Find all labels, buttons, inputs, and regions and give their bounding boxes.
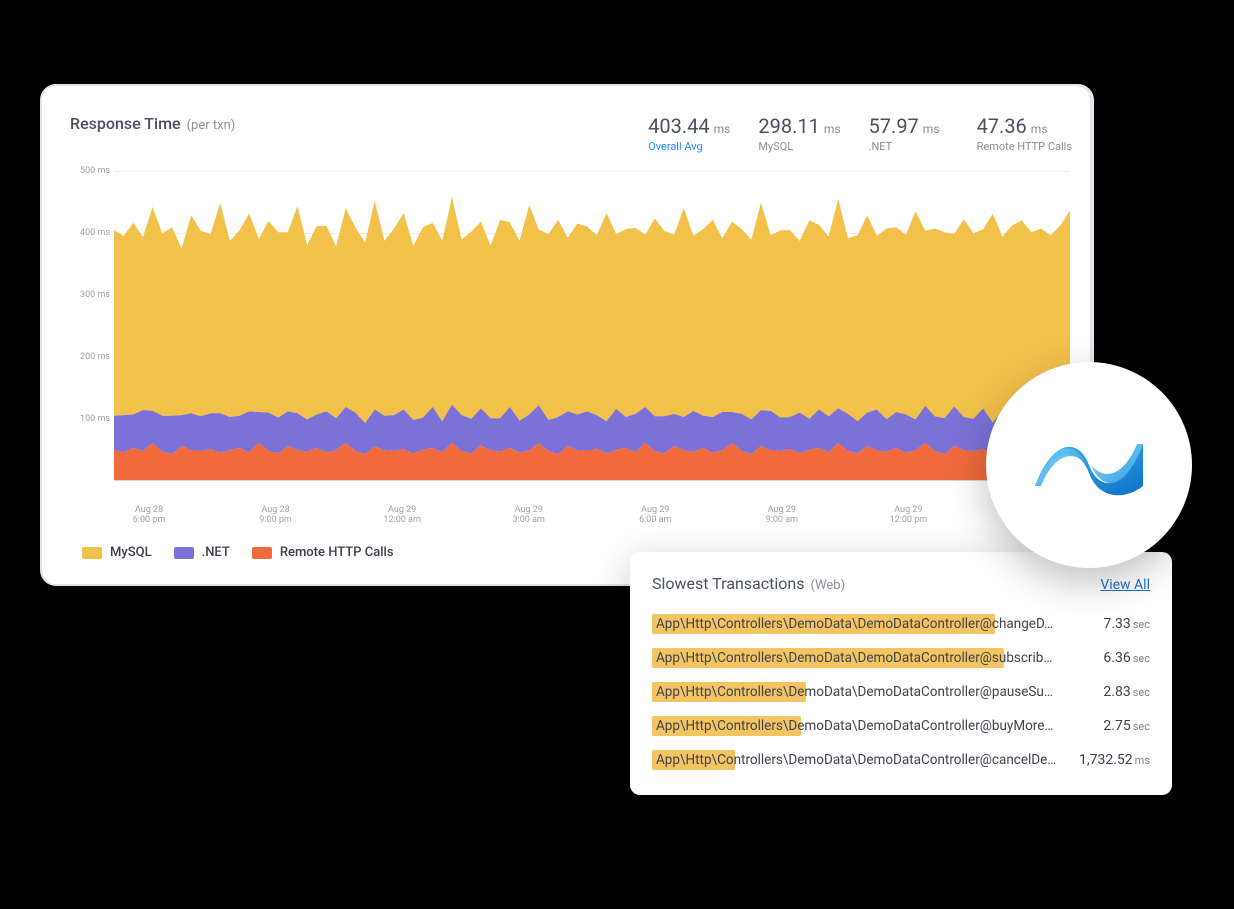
txn-name-wrap: App\Http\Controllers\DemoData\DemoDataCo… bbox=[652, 613, 1091, 635]
y-tick: 200 ms bbox=[80, 352, 110, 362]
plot-area bbox=[114, 171, 1070, 481]
legend-swatch bbox=[82, 547, 102, 559]
x-tick: Aug 286:00 pm bbox=[114, 505, 184, 525]
legend-item[interactable]: Remote HTTP Calls bbox=[252, 545, 394, 560]
txn-header: Slowest Transactions (Web) View All bbox=[652, 574, 1150, 593]
legend-swatch bbox=[252, 547, 272, 559]
stat-unit: ms bbox=[923, 122, 940, 136]
legend-label: .NET bbox=[202, 545, 230, 560]
txn-rows: App\Http\Controllers\DemoData\DemoDataCo… bbox=[652, 607, 1150, 777]
txn-name: App\Http\Controllers\DemoData\DemoDataCo… bbox=[652, 684, 1053, 700]
view-all-link[interactable]: View All bbox=[1100, 577, 1150, 593]
card-title-group: Response Time (per txn) bbox=[70, 114, 235, 133]
stat: 57.97 ms .NET bbox=[869, 114, 949, 153]
dotnet-logo-badge bbox=[986, 362, 1192, 568]
stat-label: Remote HTTP Calls bbox=[977, 140, 1072, 153]
txn-name-wrap: App\Http\Controllers\DemoData\DemoDataCo… bbox=[652, 749, 1067, 771]
card-header: Response Time (per txn) 403.44 ms Overall … bbox=[70, 114, 1072, 153]
y-tick: 400 ms bbox=[80, 228, 110, 238]
y-tick: 500 ms bbox=[80, 166, 110, 176]
txn-time: 2.83sec bbox=[1103, 684, 1150, 700]
txn-row[interactable]: App\Http\Controllers\DemoData\DemoDataCo… bbox=[652, 607, 1150, 641]
txn-row[interactable]: App\Http\Controllers\DemoData\DemoDataCo… bbox=[652, 743, 1150, 777]
legend-item[interactable]: .NET bbox=[174, 545, 230, 560]
stat-value: 57.97 bbox=[869, 114, 919, 138]
txn-row[interactable]: App\Http\Controllers\DemoData\DemoDataCo… bbox=[652, 709, 1150, 743]
txn-name: App\Http\Controllers\DemoData\DemoDataCo… bbox=[652, 650, 1052, 666]
response-time-card: Response Time (per txn) 403.44 ms Overall … bbox=[42, 86, 1090, 584]
legend-item[interactable]: MySQL bbox=[82, 545, 152, 560]
stat-label: MySQL bbox=[758, 140, 840, 153]
legend-swatch bbox=[174, 547, 194, 559]
x-tick: Aug 299:00 am bbox=[747, 505, 817, 525]
txn-name-wrap: App\Http\Controllers\DemoData\DemoDataCo… bbox=[652, 647, 1091, 669]
txn-row[interactable]: App\Http\Controllers\DemoData\DemoDataCo… bbox=[652, 641, 1150, 675]
stat-label: .NET bbox=[869, 140, 949, 153]
legend-label: MySQL bbox=[110, 545, 152, 560]
x-tick: Aug 296:00 am bbox=[620, 505, 690, 525]
txn-time: 6.36sec bbox=[1103, 650, 1150, 666]
series-mysql bbox=[114, 197, 1070, 423]
txn-name: App\Http\Controllers\DemoData\DemoDataCo… bbox=[652, 752, 1056, 768]
txn-name: App\Http\Controllers\DemoData\DemoDataCo… bbox=[652, 718, 1053, 734]
stat-unit: ms bbox=[824, 122, 841, 136]
txn-title: Slowest Transactions bbox=[652, 574, 804, 593]
x-tick: Aug 293:00 am bbox=[494, 505, 564, 525]
card-subtitle: (per txn) bbox=[187, 118, 236, 133]
stat-value: 403.44 bbox=[648, 114, 709, 138]
stats-row: 403.44 ms Overall Avg 298.11 ms MySQL 57.97 ms.… bbox=[648, 114, 1072, 153]
txn-subtitle: (Web) bbox=[810, 578, 845, 593]
y-tick: 300 ms bbox=[80, 290, 110, 300]
chart-area: 500 ms400 ms300 ms200 ms100 ms Aug 286:0… bbox=[70, 171, 1070, 501]
stat-unit: ms bbox=[714, 122, 731, 136]
slowest-transactions-card: Slowest Transactions (Web) View All App\… bbox=[630, 552, 1172, 795]
txn-time: 2.75sec bbox=[1103, 718, 1150, 734]
txn-name-wrap: App\Http\Controllers\DemoData\DemoDataCo… bbox=[652, 715, 1091, 737]
y-axis: 500 ms400 ms300 ms200 ms100 ms bbox=[70, 171, 114, 501]
stat: 47.36 ms Remote HTTP Calls bbox=[977, 114, 1072, 153]
x-tick: Aug 2912:00 pm bbox=[873, 505, 943, 525]
stat: 298.11 ms MySQL bbox=[758, 114, 840, 153]
stat: 403.44 ms Overall Avg bbox=[648, 114, 730, 153]
stat-label: Overall Avg bbox=[648, 140, 730, 153]
stat-value: 47.36 bbox=[977, 114, 1027, 138]
y-tick: 100 ms bbox=[80, 414, 110, 424]
x-tick: Aug 289:00 pm bbox=[241, 505, 311, 525]
stat-value: 298.11 bbox=[758, 114, 819, 138]
txn-time: 7.33sec bbox=[1103, 616, 1150, 632]
x-tick: Aug 2912:00 am bbox=[367, 505, 437, 525]
stat-unit: ms bbox=[1031, 122, 1048, 136]
legend-label: Remote HTTP Calls bbox=[280, 545, 394, 560]
txn-row[interactable]: App\Http\Controllers\DemoData\DemoDataCo… bbox=[652, 675, 1150, 709]
card-title: Response Time bbox=[70, 114, 181, 133]
txn-time: 1,732.52ms bbox=[1079, 752, 1150, 768]
dotnet-logo-icon bbox=[1029, 430, 1149, 500]
txn-name: App\Http\Controllers\DemoData\DemoDataCo… bbox=[652, 616, 1053, 632]
txn-name-wrap: App\Http\Controllers\DemoData\DemoDataCo… bbox=[652, 681, 1091, 703]
x-axis: Aug 286:00 pm Aug 289:00 pm Aug 2912:00 am… bbox=[114, 505, 1070, 525]
stacked-area-chart bbox=[114, 171, 1070, 480]
